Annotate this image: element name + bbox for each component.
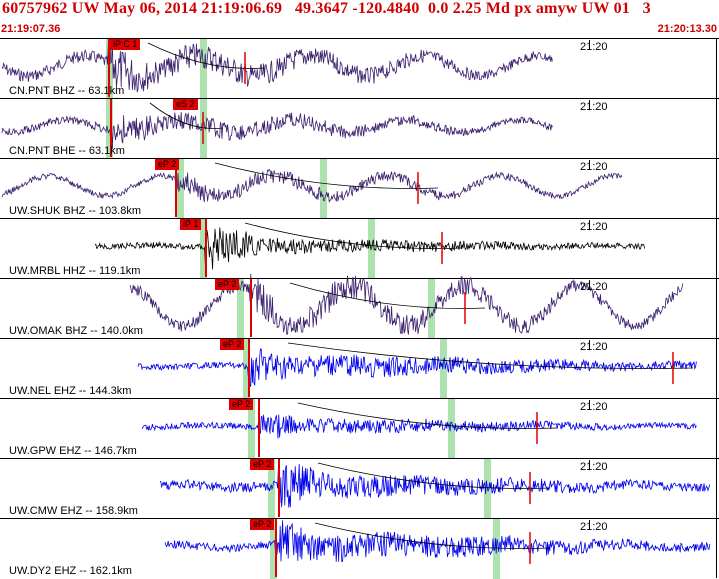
trace-panel[interactable]: eP 2 21:20 UW.DY2 EHZ -- 162.1km: [0, 518, 719, 579]
trace-panel[interactable]: eP 2 21:20 UW.CMW EHZ -- 158.9km: [0, 458, 719, 519]
coda-decay-curve: [287, 342, 694, 369]
time-marker-label: 21:20: [580, 41, 608, 53]
trace-panel[interactable]: eS 2 21:20 CN.PNT BHE -- 63.1km: [0, 98, 719, 159]
phase-pick-label[interactable]: iP C 1: [110, 39, 141, 50]
station-label: UW.OMAK BHZ -- 140.0km: [9, 325, 143, 337]
station-label: UW.DY2 EHZ -- 162.1km: [9, 565, 132, 577]
header: 60757962 UW May 06, 2014 21:19:06.69 49.…: [0, 0, 719, 40]
phase-pick-line[interactable]: [275, 519, 277, 577]
phase-pick-line[interactable]: [250, 279, 252, 337]
time-start-label: 21:19:07.36: [1, 23, 61, 35]
time-marker-label: 21:20: [580, 281, 608, 293]
time-marker-label: 21:20: [580, 161, 608, 173]
time-marker-label: 21:20: [580, 401, 608, 413]
station-label: UW.MRBL HHZ -- 119.1km: [9, 265, 141, 277]
time-marker-label: 21:20: [580, 341, 608, 353]
waveform-line: [164, 520, 711, 562]
time-marker-label: 21:20: [580, 221, 608, 233]
trace-panel[interactable]: eP 2 21:20 UW.GPW EHZ -- 146.7km: [0, 398, 719, 459]
time-marker-label: 21:20: [580, 461, 608, 473]
right-border: [716, 38, 717, 578]
phase-pick-line[interactable]: [258, 399, 260, 457]
event-title: 60757962 UW May 06, 2014 21:19:06.69 49.…: [2, 0, 651, 17]
phase-pick-label[interactable]: eP 2: [250, 459, 275, 470]
phase-pick-line[interactable]: [205, 219, 207, 277]
station-label: CN.PNT BHE -- 63.1km: [9, 145, 125, 157]
station-label: UW.SHUK BHZ -- 103.8km: [9, 205, 142, 217]
trace-panel[interactable]: eP 2 21:20 UW.OMAK BHZ -- 140.0km: [0, 273, 719, 339]
time-marker-label: 21:20: [580, 521, 608, 533]
phase-pick-label[interactable]: eP 2: [250, 519, 275, 530]
phase-pick-label[interactable]: eP 2: [220, 339, 245, 350]
phase-pick-label[interactable]: eP 2: [229, 399, 254, 410]
phase-pick-label[interactable]: eP 2: [155, 159, 180, 170]
waveform-line: [1, 112, 553, 149]
station-label: CN.PNT BHZ -- 63.1km: [9, 85, 125, 97]
station-label: UW.CMW EHZ -- 158.9km: [9, 505, 138, 517]
phase-pick-label[interactable]: eS 2: [173, 99, 198, 110]
trace-panel[interactable]: eP 2 21:20 UW.NEL EHZ -- 144.3km: [0, 338, 719, 399]
trace-panel[interactable]: iP 1 21:20 UW.MRBL HHZ -- 119.1km: [0, 218, 719, 279]
waveform-line: [1, 168, 623, 204]
time-marker-label: 21:20: [580, 101, 608, 113]
coda-decay-curve: [317, 462, 551, 489]
phase-pick-line[interactable]: [248, 339, 250, 397]
station-label: UW.GPW EHZ -- 146.7km: [9, 445, 137, 457]
waveform-line: [137, 346, 697, 388]
waveform-line: [94, 227, 645, 270]
waveform-line: [141, 414, 697, 439]
waveform-line: [159, 463, 710, 508]
phase-pick-line[interactable]: [278, 459, 280, 517]
station-label: UW.NEL EHZ -- 144.3km: [9, 385, 132, 397]
time-end-label: 21:20:13.30: [657, 23, 717, 35]
trace-panel[interactable]: eP 2 21:20 UW.SHUK BHZ -- 103.8km: [0, 158, 719, 219]
phase-pick-label[interactable]: eP 2: [215, 279, 240, 290]
phase-pick-label[interactable]: iP 1: [180, 219, 202, 230]
trace-panel[interactable]: iP C 1 21:20 CN.PNT BHZ -- 63.1km: [0, 38, 719, 99]
